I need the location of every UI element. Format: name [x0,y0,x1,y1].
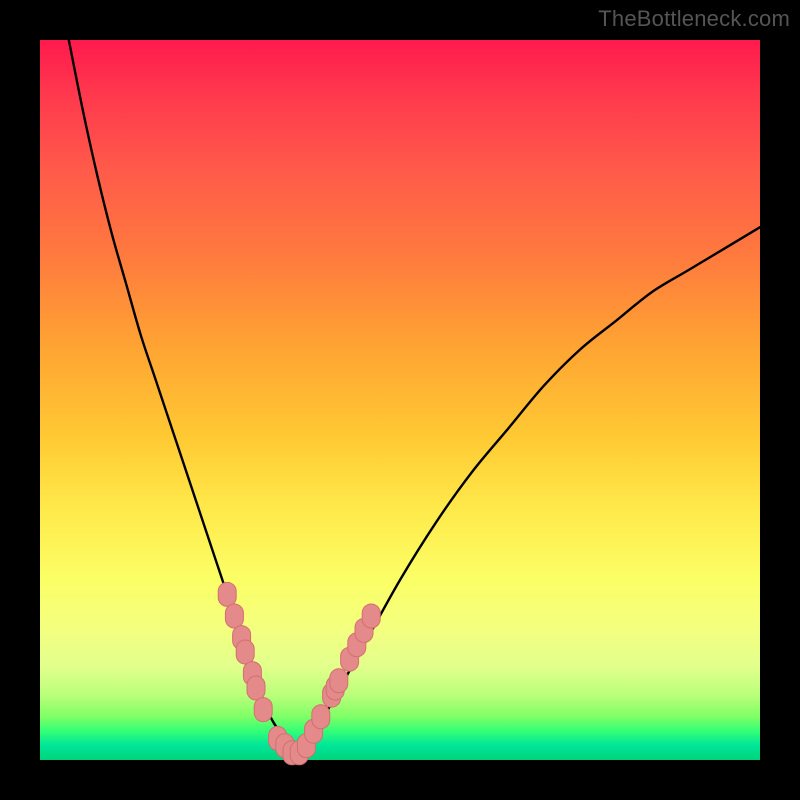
plot-area [40,40,760,760]
bottleneck-curve [69,40,760,753]
data-marker [254,698,272,722]
chart-frame: TheBottleneck.com [0,0,800,800]
chart-svg [40,40,760,760]
marker-group [218,582,380,764]
data-marker [362,604,380,628]
watermark-text: TheBottleneck.com [598,6,790,32]
data-marker [247,676,265,700]
data-marker [225,604,243,628]
data-marker [236,640,254,664]
data-marker [312,705,330,729]
data-marker [330,669,348,693]
data-marker [218,582,236,606]
